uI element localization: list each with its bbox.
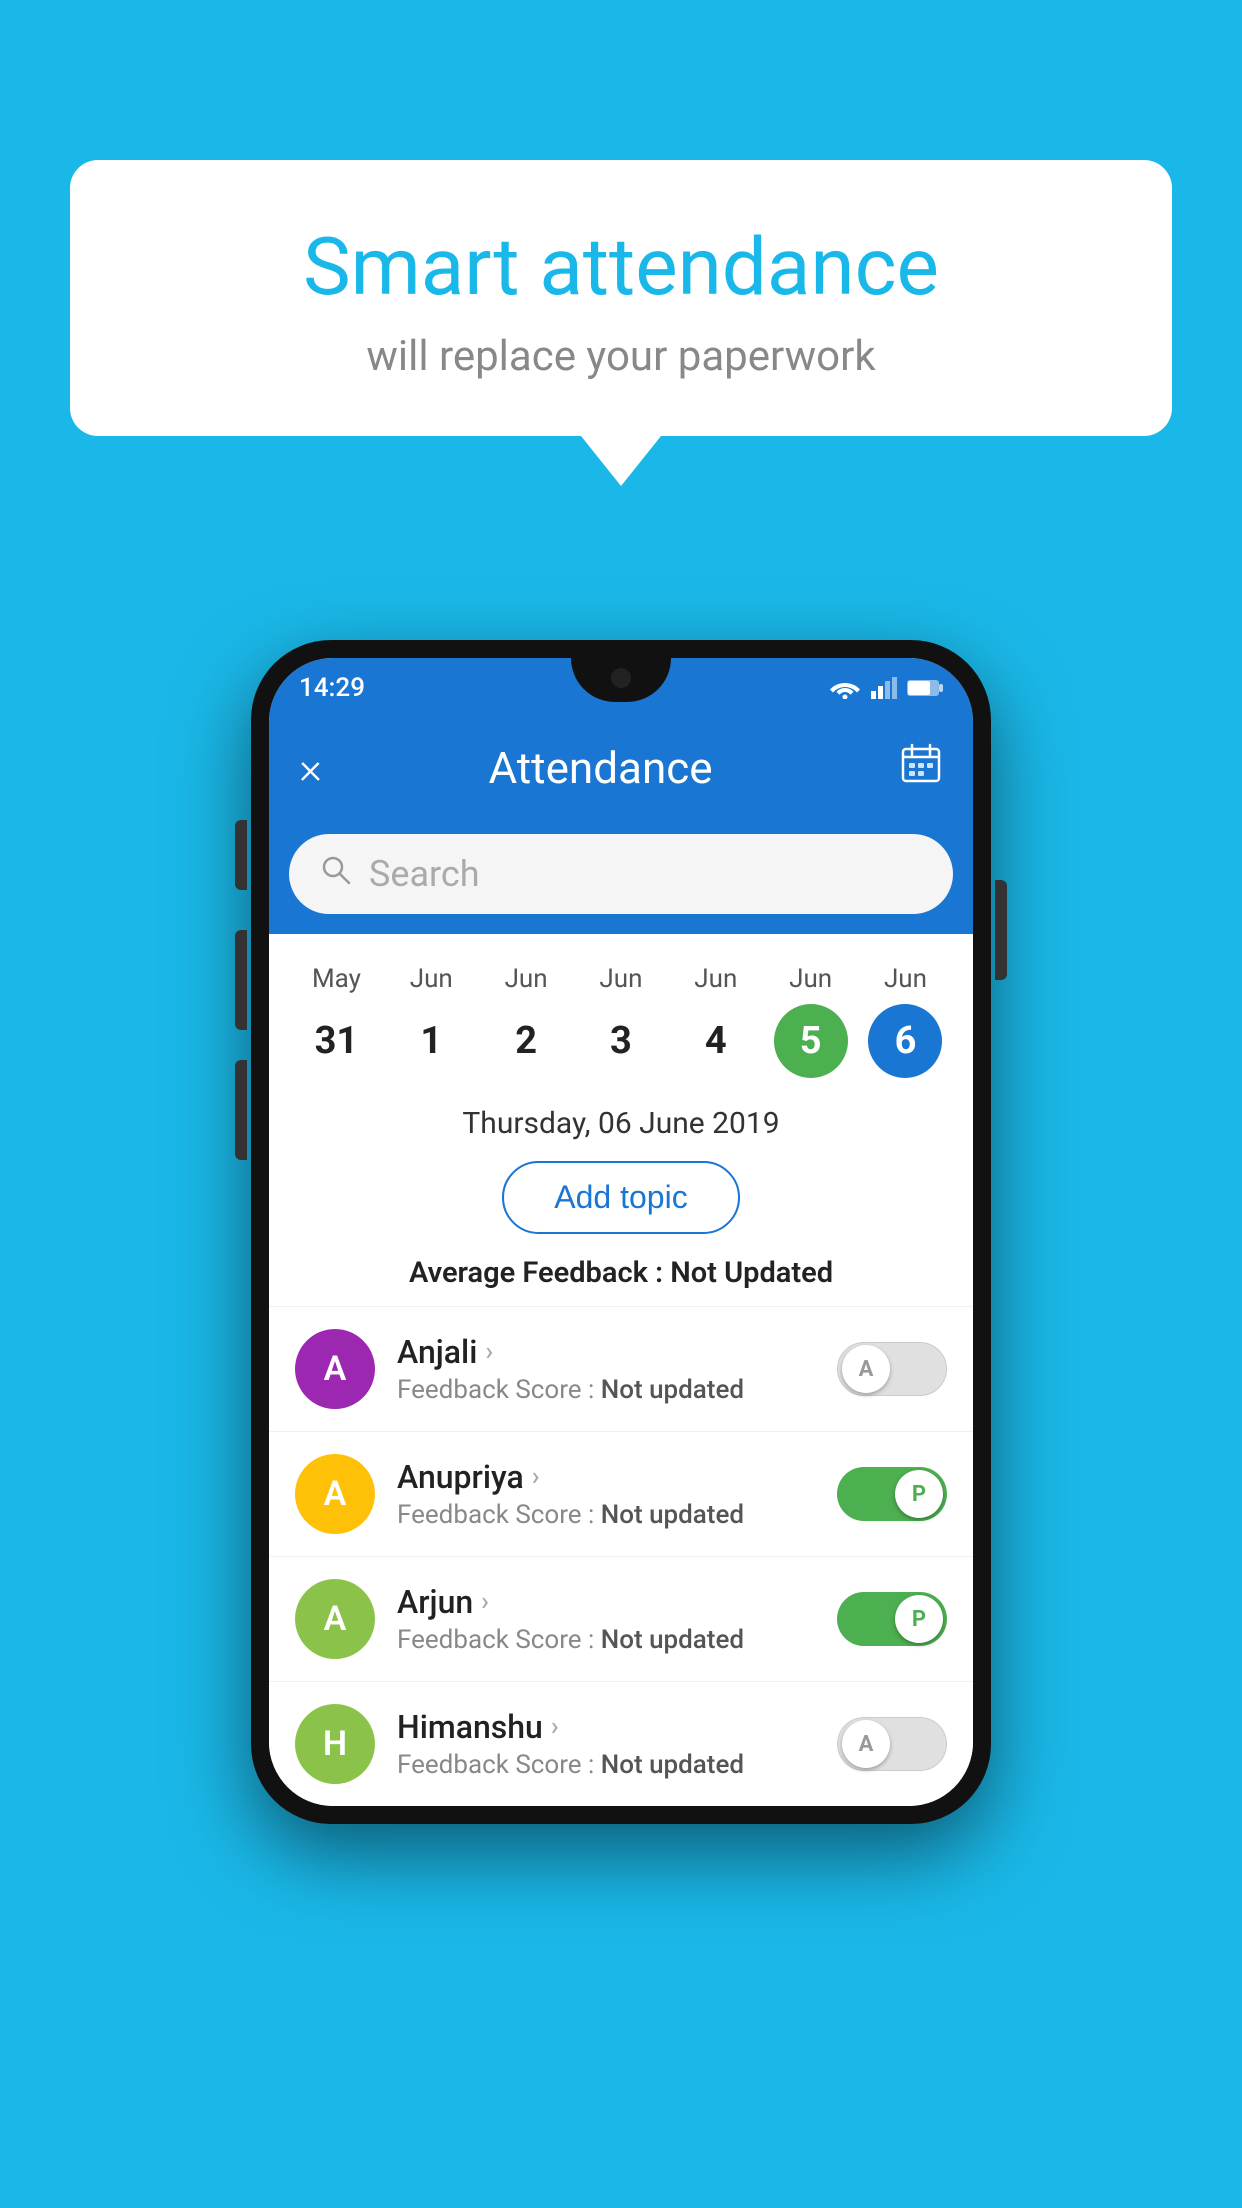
cal-date-number[interactable]: 31 <box>299 1004 373 1078</box>
calendar-day[interactable]: Jun 6 <box>865 964 945 1078</box>
student-item[interactable]: H Himanshu › Feedback Score : Not updated A <box>269 1681 973 1806</box>
signal-icon <box>871 677 897 699</box>
cal-month-label: Jun <box>694 964 737 994</box>
phone-screen: 14:29 <box>269 658 973 1806</box>
volume-silent-button <box>235 820 247 890</box>
cal-month-label: Jun <box>505 964 548 994</box>
bubble-tail <box>581 436 661 486</box>
calendar-day[interactable]: Jun 1 <box>391 964 471 1078</box>
student-info: Arjun › Feedback Score : Not updated <box>397 1583 815 1655</box>
search-svg <box>319 853 353 887</box>
calendar-icon[interactable] <box>899 741 943 795</box>
student-list: AAnjali ›Feedback Score : Not updatedAAA… <box>269 1306 973 1806</box>
volume-down-button <box>235 1060 247 1160</box>
attendance-toggle[interactable]: P <box>837 1592 947 1646</box>
student-name: Anupriya › <box>397 1458 815 1496</box>
feedback-score: Feedback Score : Not updated <box>397 1375 815 1405</box>
status-icons <box>829 677 943 699</box>
toggle-knob: A <box>842 1345 890 1393</box>
student-item[interactable]: A Anupriya › Feedback Score : Not updated P <box>269 1431 973 1556</box>
calendar-strip: May 31 Jun 1 Jun 2 Jun 3 Jun 4 Jun 5 Jun 6 <box>269 934 973 1088</box>
cal-month-label: Jun <box>789 964 832 994</box>
bubble-title: Smart attendance <box>150 220 1092 314</box>
attendance-toggle[interactable]: P <box>837 1467 947 1521</box>
app-title: Attendance <box>322 742 879 794</box>
calendar-day[interactable]: Jun 2 <box>486 964 566 1078</box>
avatar: A <box>295 1329 375 1409</box>
cal-date-number[interactable]: 2 <box>489 1004 563 1078</box>
speech-bubble: Smart attendance will replace your paper… <box>70 160 1172 436</box>
selected-date: Thursday, 06 June 2019 <box>269 1088 973 1151</box>
cal-date-number[interactable]: 5 <box>774 1004 848 1078</box>
wifi-icon <box>829 677 861 699</box>
phone-wrapper: 14:29 <box>251 640 991 1824</box>
feedback-score: Feedback Score : Not updated <box>397 1750 815 1780</box>
student-info: Anupriya › Feedback Score : Not updated <box>397 1458 815 1530</box>
cal-month-label: Jun <box>884 964 927 994</box>
speech-bubble-section: Smart attendance will replace your paper… <box>70 160 1172 486</box>
avatar: A <box>295 1579 375 1659</box>
bubble-subtitle: will replace your paperwork <box>150 332 1092 381</box>
student-name: Himanshu › <box>397 1708 815 1746</box>
volume-up-button <box>235 930 247 1030</box>
avg-feedback-value: Not Updated <box>670 1256 833 1290</box>
cal-date-number[interactable]: 4 <box>679 1004 753 1078</box>
phone-frame: 14:29 <box>251 640 991 1824</box>
chevron-icon: › <box>485 1337 493 1367</box>
student-info: Himanshu › Feedback Score : Not updated <box>397 1708 815 1780</box>
search-icon <box>319 853 353 896</box>
avatar: H <box>295 1704 375 1784</box>
chevron-icon: › <box>532 1462 540 1492</box>
toggle-knob: P <box>895 1595 943 1643</box>
attendance-toggle[interactable]: A <box>837 1717 947 1771</box>
cal-month-label: Jun <box>599 964 642 994</box>
search-placeholder: Search <box>369 853 480 895</box>
toggle-knob: A <box>842 1720 890 1768</box>
student-info: Anjali › Feedback Score : Not updated <box>397 1333 815 1405</box>
calendar-day[interactable]: May 31 <box>296 964 376 1078</box>
search-bar[interactable]: Search <box>289 834 953 914</box>
toggle-knob: P <box>895 1470 943 1518</box>
cal-month-label: Jun <box>410 964 453 994</box>
feedback-score: Feedback Score : Not updated <box>397 1500 815 1530</box>
front-camera <box>611 668 631 688</box>
student-name: Anjali › <box>397 1333 815 1371</box>
student-item[interactable]: A Anjali › Feedback Score : Not updated A <box>269 1306 973 1431</box>
calendar-day[interactable]: Jun 5 <box>771 964 851 1078</box>
calendar-day[interactable]: Jun 4 <box>676 964 756 1078</box>
add-topic-button[interactable]: Add topic <box>502 1161 739 1234</box>
chevron-icon: › <box>481 1587 489 1617</box>
cal-date-number[interactable]: 3 <box>584 1004 658 1078</box>
avg-feedback-label: Average Feedback : <box>409 1256 670 1290</box>
avatar: A <box>295 1454 375 1534</box>
student-name: Arjun › <box>397 1583 815 1621</box>
close-button[interactable]: × <box>299 746 322 790</box>
status-time: 14:29 <box>299 673 365 703</box>
avg-feedback: Average Feedback : Not Updated <box>269 1250 973 1306</box>
power-button <box>995 880 1007 980</box>
chevron-icon: › <box>551 1712 559 1742</box>
student-item[interactable]: A Arjun › Feedback Score : Not updated P <box>269 1556 973 1681</box>
app-bar: × Attendance <box>269 718 973 818</box>
battery-icon <box>907 678 943 698</box>
calendar-day[interactable]: Jun 3 <box>581 964 661 1078</box>
attendance-toggle[interactable]: A <box>837 1342 947 1396</box>
add-topic-wrapper: Add topic <box>269 1151 973 1250</box>
cal-date-number[interactable]: 1 <box>394 1004 468 1078</box>
search-bar-wrapper: Search <box>269 818 973 934</box>
feedback-score: Feedback Score : Not updated <box>397 1625 815 1655</box>
cal-month-label: May <box>312 964 361 994</box>
cal-date-number[interactable]: 6 <box>868 1004 942 1078</box>
